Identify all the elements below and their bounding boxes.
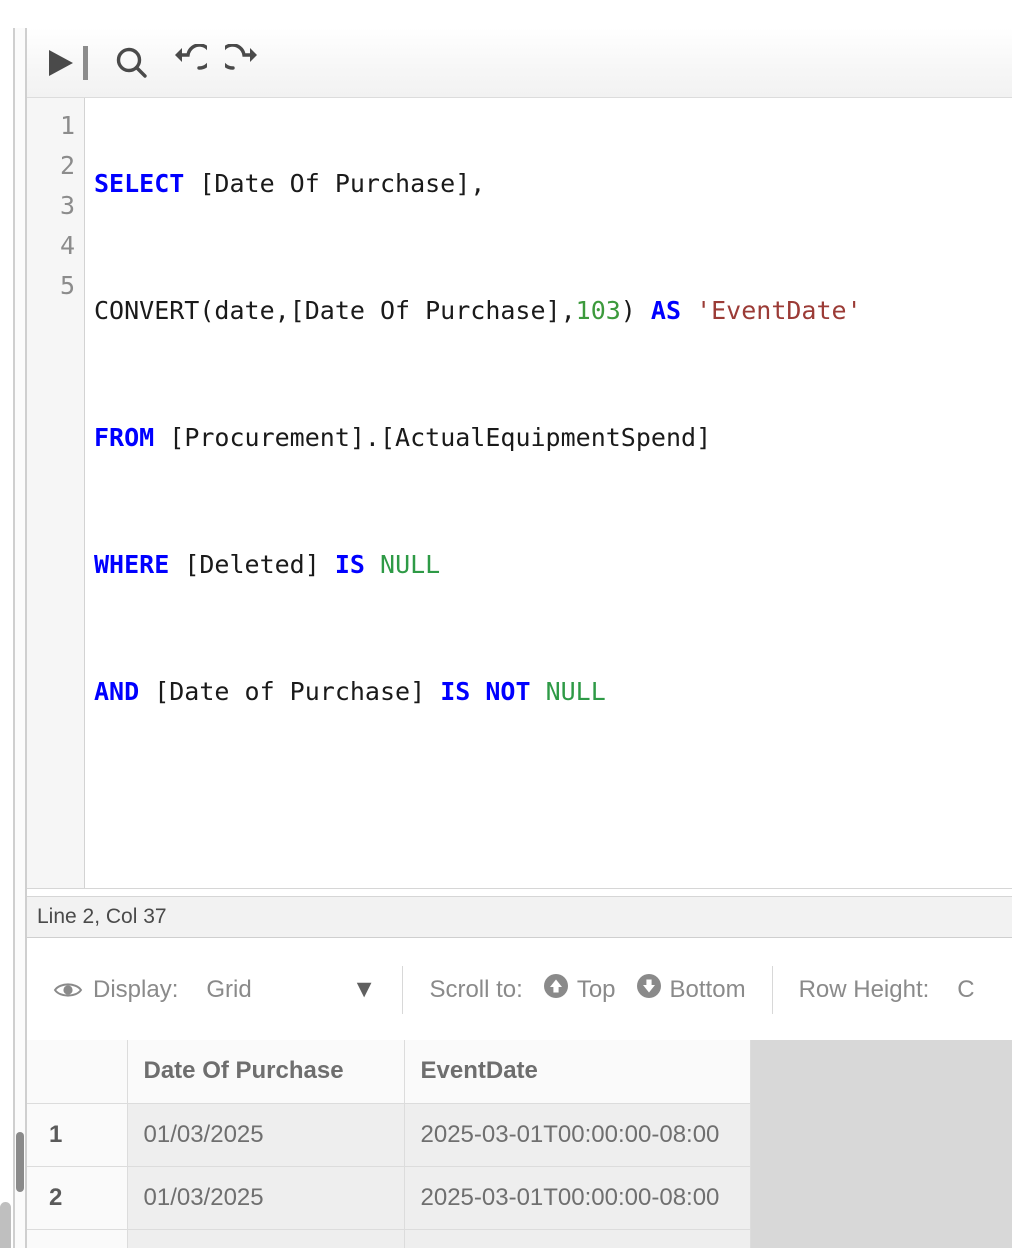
display-label: Display:: [93, 975, 179, 1003]
sql-query-editor-window: 1 2 3 4 5 SELECT [Date Of Purchase], CON…: [0, 0, 1012, 1248]
sql-keyword: WHERE: [94, 550, 170, 579]
outer-scrollbar-thumb[interactable]: [0, 1202, 11, 1248]
cell-date-of-purchase[interactable]: 01/03/2025: [127, 1166, 405, 1230]
find-button[interactable]: [104, 35, 160, 91]
sql-text: [Procurement].[ActualEquipmentSpend]: [154, 423, 712, 452]
line-number: 1: [59, 111, 75, 140]
row-index: 2: [27, 1166, 128, 1230]
row-height-value: C: [957, 975, 975, 1003]
scroll-to-bottom-button[interactable]: Bottom: [636, 973, 746, 1006]
cursor-position-label: Line 2, Col 37: [37, 905, 167, 928]
code-line-5: AND [Date of Purchase] IS NOT NULL: [94, 672, 1012, 712]
results-grid: Date Of Purchase EventDate 1 01/03/2025 …: [27, 1040, 751, 1248]
row-index: [27, 1229, 128, 1248]
results-grid-container[interactable]: Date Of Purchase EventDate 1 01/03/2025 …: [27, 1040, 1012, 1248]
cell-eventdate[interactable]: [404, 1229, 751, 1248]
table-row[interactable]: [27, 1229, 751, 1248]
cell-eventdate[interactable]: 2025-03-01T00:00:00-08:00: [404, 1166, 751, 1230]
line-number: 2: [59, 151, 75, 180]
sql-text: CONVERT(date,[Date Of Purchase],: [94, 296, 576, 325]
line-number: 4: [59, 231, 75, 260]
cell-eventdate[interactable]: 2025-03-01T00:00:00-08:00: [404, 1103, 751, 1167]
search-icon: [113, 44, 151, 82]
code-line-2: CONVERT(date,[Date Of Purchase],103) AS …: [94, 291, 1012, 331]
table-row[interactable]: 2 01/03/2025 2025-03-01T00:00:00-08:00: [27, 1166, 751, 1230]
line-number: 3: [59, 191, 75, 220]
sql-null: NULL: [380, 550, 441, 579]
left-rail-background: [15, 28, 25, 1248]
display-value: Grid: [206, 975, 252, 1003]
row-index: 1: [27, 1103, 128, 1167]
eye-icon: [53, 979, 83, 1001]
row-height-label: Row Height:: [798, 975, 930, 1003]
sql-text: [Deleted]: [169, 550, 335, 579]
sql-keyword: SELECT: [94, 169, 185, 198]
sql-text: [Date Of Purchase],: [184, 169, 486, 198]
sql-keyword: IS: [334, 550, 365, 579]
sql-null: NULL: [545, 677, 606, 706]
table-row[interactable]: 1 01/03/2025 2025-03-01T00:00:00-08:00: [27, 1103, 751, 1167]
scroll-bottom-label: Bottom: [669, 975, 746, 1003]
code-content[interactable]: SELECT [Date Of Purchase], CONVERT(date,…: [85, 98, 1012, 888]
undo-button[interactable]: [160, 35, 216, 91]
code-line-4: WHERE [Deleted] IS NULL: [94, 545, 1012, 585]
scroll-top-label: Top: [576, 975, 616, 1003]
editor-toolbar: [27, 28, 1012, 98]
sql-keyword: FROM: [94, 423, 155, 452]
arrow-up-circle-icon: [543, 973, 569, 1006]
redo-button[interactable]: [216, 35, 272, 91]
code-line-1: SELECT [Date Of Purchase],: [94, 164, 1012, 204]
cell-date-of-purchase[interactable]: [127, 1229, 405, 1248]
code-line-3: FROM [Procurement].[ActualEquipmentSpend…: [94, 418, 1012, 458]
grid-header-row: Date Of Purchase EventDate: [27, 1040, 751, 1104]
sql-string: 'EventDate': [696, 296, 862, 325]
line-number: 5: [59, 271, 75, 300]
play-icon: [43, 46, 77, 80]
display-mode-control[interactable]: Display: Grid ▼: [53, 976, 376, 1004]
left-divider-outer: [13, 28, 15, 1248]
sql-keyword: IS NOT: [440, 677, 531, 706]
sql-keyword: AND: [94, 677, 140, 706]
run-query-button[interactable]: [37, 35, 83, 91]
redo-icon: [225, 43, 263, 82]
sql-keyword: AS: [650, 296, 682, 325]
sql-text: ): [620, 296, 651, 325]
line-number-gutter: 1 2 3 4 5: [27, 98, 85, 888]
results-toolbar: Display: Grid ▼ Scroll to: Top Bottom Ro…: [27, 939, 1012, 1040]
undo-icon: [169, 43, 207, 82]
column-header-eventdate[interactable]: EventDate: [404, 1040, 751, 1104]
scroll-to-top-button[interactable]: Top: [543, 973, 616, 1006]
sql-code-editor[interactable]: 1 2 3 4 5 SELECT [Date Of Purchase], CON…: [27, 98, 1012, 889]
run-separator: [83, 45, 88, 80]
toolbar-divider: [771, 965, 773, 1014]
column-header-index[interactable]: [27, 1040, 128, 1104]
sql-text: [Date of Purchase]: [139, 677, 441, 706]
chevron-down-icon[interactable]: ▼: [352, 977, 377, 1002]
arrow-down-circle-icon: [636, 973, 662, 1006]
vertical-scrollbar-thumb[interactable]: [16, 1132, 24, 1192]
scroll-to-control: Scroll to: Top Bottom: [429, 973, 746, 1006]
toolbar-divider: [402, 965, 404, 1014]
editor-status-bar: Line 2, Col 37: [27, 896, 1012, 938]
row-height-control[interactable]: Row Height: C: [799, 976, 975, 1004]
column-header-date-of-purchase[interactable]: Date Of Purchase: [127, 1040, 405, 1104]
scroll-to-label: Scroll to:: [429, 975, 523, 1003]
sql-number: 103: [575, 296, 621, 325]
cell-date-of-purchase[interactable]: 01/03/2025: [127, 1103, 405, 1167]
